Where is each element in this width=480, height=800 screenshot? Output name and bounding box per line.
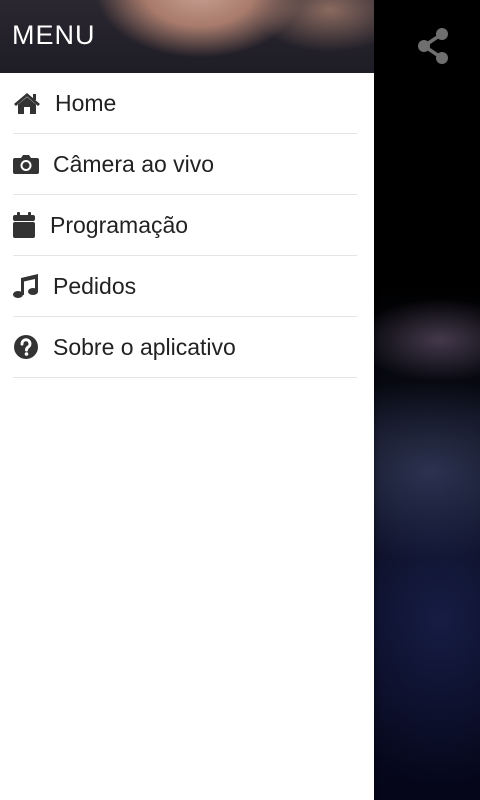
menu-item-about[interactable]: Sobre o aplicativo (13, 317, 357, 378)
drawer-title: MENU (12, 20, 96, 50)
menu-item-label: Programação (50, 211, 189, 238)
calendar-icon (13, 211, 39, 239)
menu-item-home[interactable]: Home (13, 73, 357, 134)
menu-item-camera[interactable]: Câmera ao vivo (13, 134, 357, 195)
menu-item-label: Home (55, 89, 117, 116)
menu-list: Home Câmera ao vivo Programação Pedidos … (0, 73, 374, 378)
camera-icon (13, 150, 41, 178)
menu-item-requests[interactable]: Pedidos (13, 256, 357, 317)
music-icon (13, 272, 41, 300)
question-circle-icon (13, 333, 41, 361)
home-icon (13, 89, 41, 117)
share-icon (418, 28, 448, 64)
menu-item-schedule[interactable]: Programação (13, 195, 357, 256)
share-button[interactable] (414, 26, 454, 66)
menu-item-label: Sobre o aplicativo (53, 333, 236, 360)
navigation-drawer: MENU Home Câmera ao vivo Programação Ped… (0, 0, 374, 800)
menu-item-label: Câmera ao vivo (53, 150, 215, 177)
drawer-header: MENU (0, 0, 374, 73)
menu-item-label: Pedidos (53, 272, 137, 299)
